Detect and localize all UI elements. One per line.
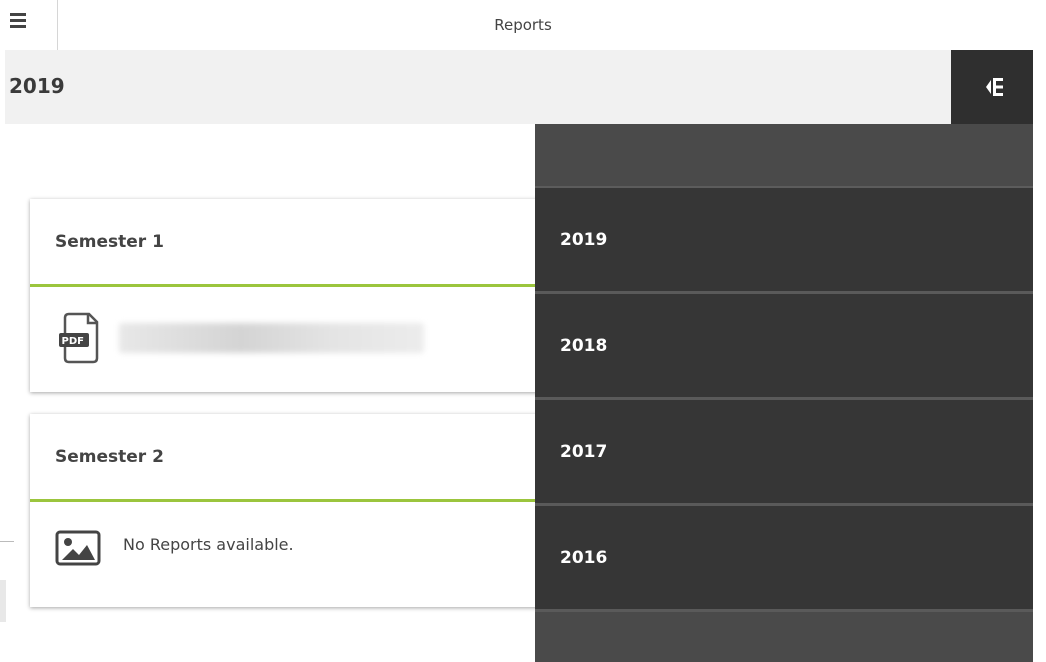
drawer-toggle-icon — [986, 78, 1003, 96]
semester-card-header: Semester 1 — [30, 199, 550, 287]
drawer-header — [535, 124, 1033, 188]
drawer-item-year[interactable]: 2017 — [535, 400, 1033, 506]
semester-card-body: PDF — [30, 287, 550, 389]
selected-year-title: 2019 — [9, 74, 65, 98]
year-header: 2019 — [5, 50, 951, 124]
year-drawer-toggle-button[interactable] — [951, 50, 1033, 124]
app-title: Reports — [494, 16, 552, 34]
left-edge — [0, 124, 5, 659]
pdf-icon[interactable]: PDF — [55, 311, 101, 365]
semester-card-body: No Reports available. — [30, 502, 550, 604]
top-bar: Reports — [0, 0, 1046, 50]
edge-block — [0, 580, 6, 622]
drawer-item-year[interactable]: 2018 — [535, 294, 1033, 400]
semester-card: Semester 1 PDF — [30, 199, 550, 392]
semester-card-header: Semester 2 — [30, 414, 550, 502]
drawer-footer — [535, 612, 1033, 662]
drawer-item-year[interactable]: 2019 — [535, 188, 1033, 294]
svg-text:PDF: PDF — [62, 336, 84, 347]
image-icon — [55, 530, 101, 566]
drawer-item-year[interactable]: 2016 — [535, 506, 1033, 612]
semester-card: Semester 2 No Reports available. — [30, 414, 550, 607]
no-reports-message: No Reports available. — [123, 535, 294, 554]
right-gutter — [1033, 50, 1046, 659]
semester-title: Semester 1 — [55, 231, 164, 252]
report-file-link[interactable] — [119, 323, 424, 353]
semester-title: Semester 2 — [55, 446, 164, 467]
year-drawer: 2019 2018 2017 2016 — [535, 124, 1033, 662]
edge-divider — [0, 541, 14, 542]
